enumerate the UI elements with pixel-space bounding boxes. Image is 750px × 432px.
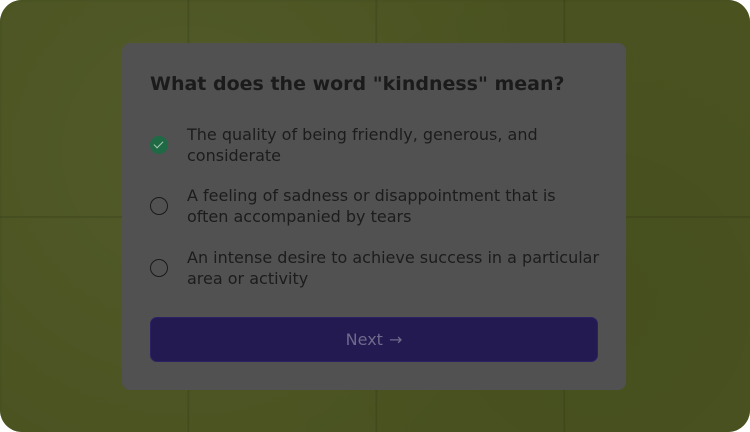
arrow-right-icon: → [388, 330, 403, 349]
answer-option-label: A feeling of sadness or disappointment t… [187, 186, 556, 226]
question-text: What does the word "kindness" mean? [150, 73, 565, 95]
screen-frame: What does the word "kindness" mean? The … [0, 0, 750, 432]
quiz-card: What does the word "kindness" mean? The … [122, 43, 626, 390]
next-button-label: Next [345, 330, 383, 349]
next-button[interactable]: Next → [150, 317, 598, 362]
empty-radio-icon[interactable] [150, 197, 168, 215]
empty-radio-icon[interactable] [150, 259, 168, 277]
answer-option-2[interactable]: A feeling of sadness or disappointment t… [150, 185, 600, 227]
answer-option-3[interactable]: An intense desire to achieve success in … [150, 247, 600, 289]
answer-option-label: The quality of being friendly, generous,… [187, 125, 538, 165]
answer-option-1[interactable]: The quality of being friendly, generous,… [150, 124, 600, 166]
check-circle-icon[interactable] [150, 136, 168, 154]
answer-option-label: An intense desire to achieve success in … [187, 248, 600, 288]
